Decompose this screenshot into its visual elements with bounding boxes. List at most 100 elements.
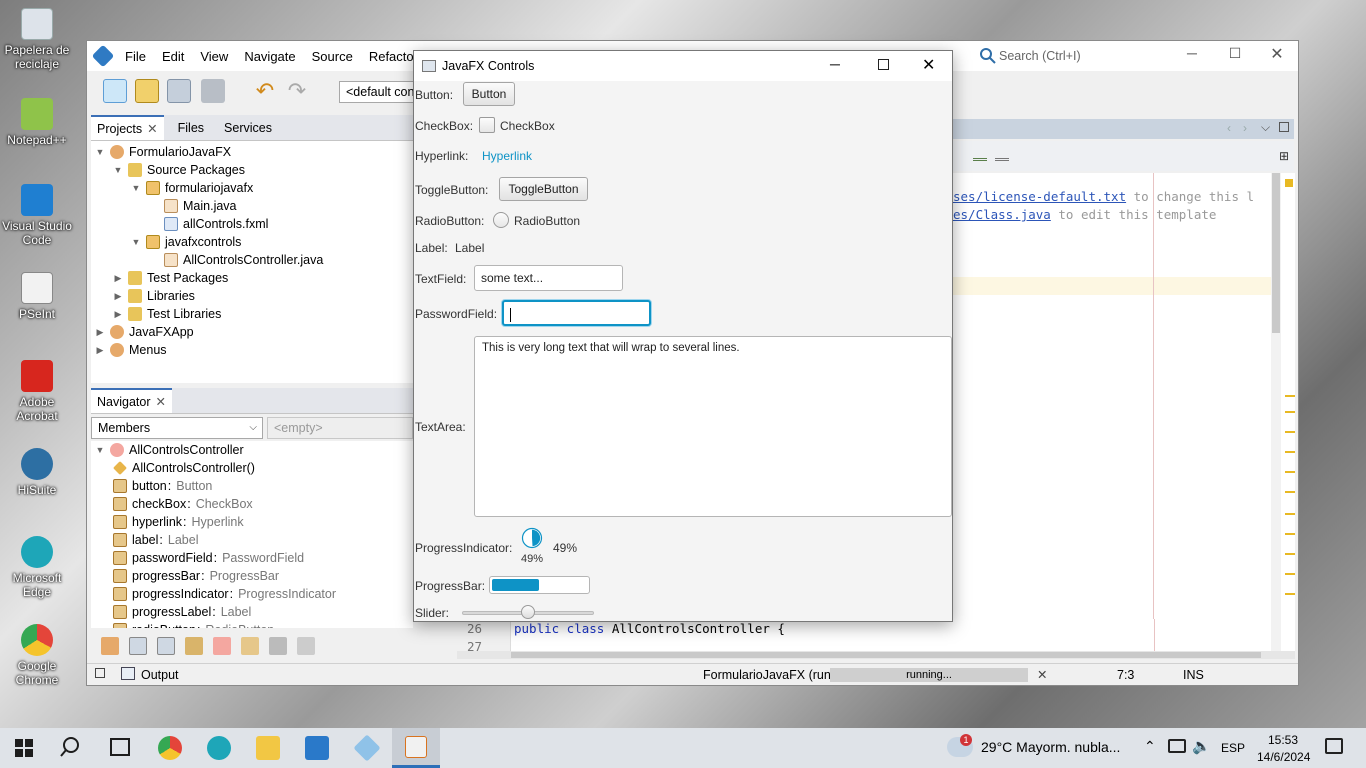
store-icon[interactable] <box>305 736 329 760</box>
desktop-icon-acrobat[interactable]: Adobe Acrobat <box>2 360 72 423</box>
navigator-member[interactable]: passwordField : PasswordField <box>113 549 304 567</box>
fx-maximize-button[interactable] <box>878 59 889 70</box>
clock-date[interactable]: 14/6/2024 <box>1257 750 1310 764</box>
maximize-button[interactable]: ☐ <box>1225 45 1245 65</box>
fx-hyperlink[interactable]: Hyperlink <box>482 148 532 164</box>
empty-combo[interactable]: <empty> <box>267 417 413 439</box>
output-tab[interactable]: Output <box>141 668 179 682</box>
fx-textfield[interactable]: some text... <box>474 265 623 291</box>
notification-icon[interactable] <box>1325 738 1343 754</box>
chevron-right-icon[interactable]: › <box>1243 121 1247 135</box>
tree-item-menus[interactable]: ▶ Menus <box>95 341 167 359</box>
stop-run-icon[interactable]: ✕ <box>1037 667 1047 682</box>
close-button[interactable]: ✕ <box>1267 44 1287 64</box>
tree-item-javafxcontrols-package[interactable]: ▼ javafxcontrols <box>131 233 241 251</box>
tab-files[interactable]: Files <box>164 115 218 140</box>
navigator-member[interactable]: checkBox : CheckBox <box>113 495 253 513</box>
tree-item-allcontrols-fxml[interactable]: allControls.fxml <box>149 215 268 233</box>
filter-icon[interactable] <box>213 637 231 655</box>
menu-source[interactable]: Source <box>304 49 361 64</box>
tab-projects[interactable]: Projects ✕ <box>91 115 164 140</box>
open-project-icon[interactable] <box>167 79 191 103</box>
menu-navigate[interactable]: Navigate <box>236 49 303 64</box>
clock-time[interactable]: 15:53 <box>1268 733 1298 747</box>
desktop-icon-recycle-bin[interactable]: Papelera de reciclaje <box>2 8 72 71</box>
fx-radiobutton[interactable] <box>493 212 509 228</box>
chevron-down-icon[interactable]: ⌵ <box>1261 120 1270 135</box>
desktop-icon-pseint[interactable]: PSeInt <box>2 272 72 321</box>
fx-slider-thumb[interactable] <box>521 605 535 619</box>
close-icon[interactable]: ✕ <box>147 118 157 140</box>
restore-icon[interactable] <box>95 668 105 678</box>
desktop-icon-hisuite[interactable]: HiSuite <box>2 448 72 497</box>
edge-icon[interactable] <box>207 736 231 760</box>
filter-icon[interactable] <box>129 637 147 655</box>
search-icon[interactable] <box>979 47 997 65</box>
radiobutton-text[interactable]: RadioButton <box>514 213 580 229</box>
navigator-member[interactable]: label : Label <box>113 531 199 549</box>
quick-search-input[interactable]: Search (Ctrl+I) <box>997 47 1162 65</box>
start-button[interactable] <box>15 739 33 757</box>
chevron-left-icon[interactable]: ‹ <box>1227 121 1231 135</box>
new-project-icon[interactable] <box>135 79 159 103</box>
navigator-member[interactable]: AllControlsController() <box>113 459 255 477</box>
filter-icon[interactable] <box>101 637 119 655</box>
maximize-editor-icon[interactable] <box>1279 122 1289 132</box>
fx-minimize-button[interactable]: ─ <box>830 56 840 72</box>
tree-item-formulariojavafx-package[interactable]: ▼ formulariojavafx <box>131 179 253 197</box>
navigator-member[interactable]: button : Button <box>113 477 212 495</box>
tab-navigator[interactable]: Navigator ✕ <box>91 388 172 413</box>
editor-scrollbar[interactable] <box>1271 173 1281 651</box>
tree-item-formulariojavafx[interactable]: ▼ FormularioJavaFX <box>95 143 231 161</box>
tree-item-test-libraries[interactable]: ▶ Test Libraries <box>113 305 221 323</box>
navigator-member[interactable]: progressIndicator : ProgressIndicator <box>113 585 336 603</box>
checkbox-text[interactable]: CheckBox <box>500 118 555 134</box>
menu-edit[interactable]: Edit <box>154 49 192 64</box>
desktop-icon-chrome[interactable]: Google Chrome <box>2 624 72 687</box>
fx-togglebutton[interactable]: ToggleButton <box>499 177 588 201</box>
tree-item-test-packages[interactable]: ▶ Test Packages <box>113 269 228 287</box>
redo-icon[interactable]: ↷ <box>285 79 309 103</box>
new-file-icon[interactable] <box>103 79 127 103</box>
tree-item-libraries[interactable]: ▶ Libraries <box>113 287 195 305</box>
navigator-member[interactable]: progressBar : ProgressBar <box>113 567 279 585</box>
split-icon[interactable]: ⊞ <box>1279 149 1289 163</box>
tree-item-main-java[interactable]: Main.java <box>149 197 237 215</box>
filter-icon[interactable] <box>185 637 203 655</box>
configuration-combo[interactable]: <default con <box>339 81 419 103</box>
fx-checkbox[interactable] <box>479 117 495 133</box>
uncomment-icon[interactable] <box>995 149 1009 161</box>
tree-item-javafxapp[interactable]: ▶ JavaFXApp <box>95 323 194 341</box>
code-editor[interactable]: ses/license-default.txt to change this l… <box>953 173 1271 651</box>
sort-icon[interactable] <box>297 637 315 655</box>
weather-icon[interactable]: 1 <box>947 734 973 757</box>
java-app-taskbar-button[interactable] <box>392 728 440 768</box>
desktop-icon-notepadpp[interactable]: Notepad++ <box>2 98 72 147</box>
fx-textarea[interactable]: This is very long text that will wrap to… <box>474 336 952 517</box>
file-explorer-icon[interactable] <box>256 736 280 760</box>
filter-icon[interactable] <box>157 637 175 655</box>
fx-passwordfield[interactable] <box>502 300 651 326</box>
menu-file[interactable]: File <box>117 49 154 64</box>
undo-icon[interactable]: ↶ <box>253 79 277 103</box>
navigator-member[interactable]: hyperlink : Hyperlink <box>113 513 244 531</box>
filter-icon[interactable] <box>241 637 259 655</box>
desktop-icon-edge[interactable]: Microsoft Edge <box>2 536 72 599</box>
code-lines[interactable]: 26 27 public class AllControlsController… <box>457 619 1271 654</box>
chevron-up-icon[interactable]: ⌃ <box>1144 738 1156 755</box>
chrome-icon[interactable] <box>158 736 182 760</box>
menu-view[interactable]: View <box>192 49 236 64</box>
navigator-member[interactable]: progressLabel : Label <box>113 603 251 621</box>
navigator-root[interactable]: ▼ AllControlsController <box>95 441 244 459</box>
tab-services[interactable]: Services <box>218 115 278 140</box>
tree-item-allcontrolscontroller-java[interactable]: AllControlsController.java <box>149 251 323 269</box>
volume-icon[interactable]: 🔈 <box>1192 737 1211 755</box>
tree-item-source-packages[interactable]: ▼ Source Packages <box>113 161 245 179</box>
sort-icon[interactable] <box>269 637 287 655</box>
navigator-member[interactable]: radioButton :RadioButton <box>113 621 274 628</box>
close-icon[interactable]: ✕ <box>156 391 166 413</box>
weather-text[interactable]: 29°C Mayorm. nubla... <box>981 739 1120 755</box>
search-icon[interactable] <box>60 735 84 762</box>
minimize-button[interactable]: ─ <box>1182 45 1202 65</box>
comment-icon[interactable] <box>973 149 987 161</box>
